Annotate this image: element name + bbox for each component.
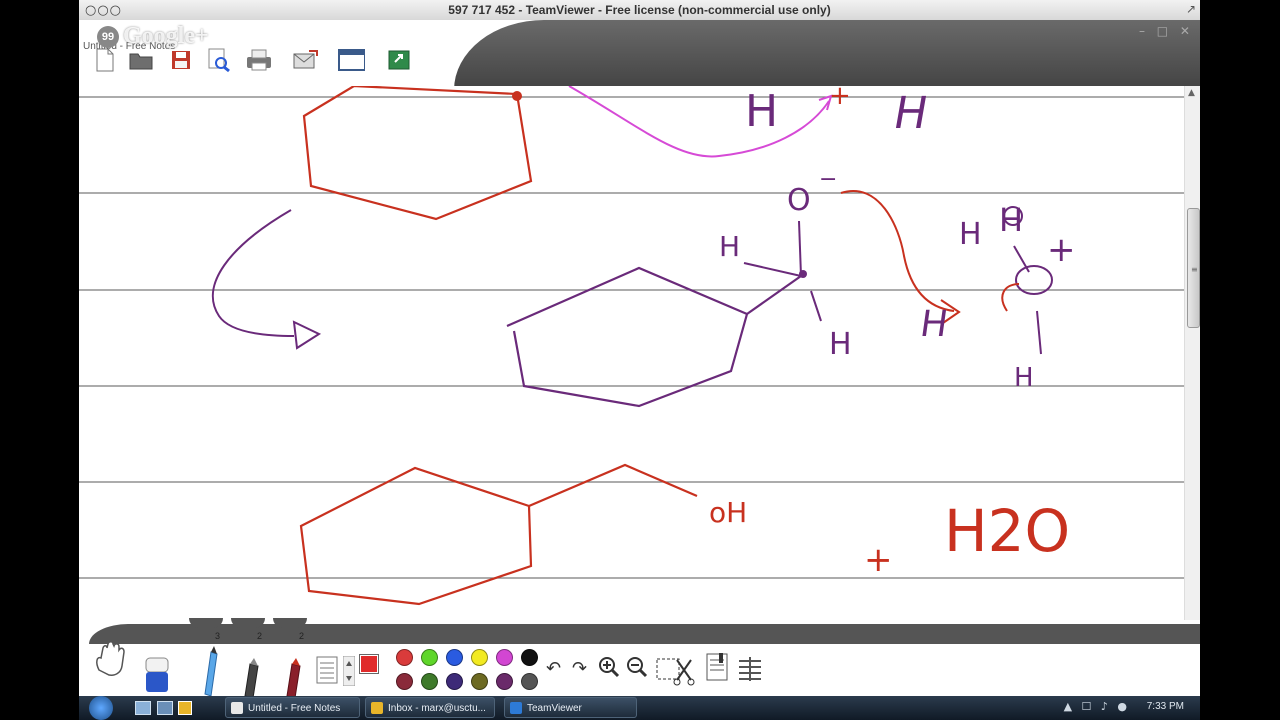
teamviewer-icon <box>510 702 522 714</box>
color-dark-magenta[interactable] <box>496 673 513 690</box>
task-inbox[interactable]: Inbox - marx@usctu... <box>365 697 495 718</box>
zoom-in-icon[interactable] <box>598 656 620 683</box>
switch-windows-icon[interactable] <box>157 701 173 715</box>
color-red[interactable] <box>396 649 413 666</box>
label-h-right-bottom: H <box>1014 363 1034 393</box>
label-h-left: H <box>719 230 740 263</box>
label-oh: oH <box>709 496 747 529</box>
teamviewer-window: ○○○ 597 717 452 - TeamViewer - Free lice… <box>79 0 1200 720</box>
new-note-button[interactable] <box>91 46 119 74</box>
scroll-up-icon[interactable]: ▲ <box>1188 88 1195 98</box>
open-button[interactable] <box>127 46 155 74</box>
app-window-controls[interactable]: – □ ✕ <box>1139 24 1194 38</box>
label-h2o: H2O <box>944 497 1070 565</box>
email-button[interactable] <box>291 46 319 74</box>
teamviewer-title-bar: ○○○ 597 717 452 - TeamViewer - Free lice… <box>79 0 1200 21</box>
add-page-icon[interactable] <box>737 656 763 687</box>
hexagon-top <box>302 86 533 221</box>
marker-icon <box>244 658 259 699</box>
size-stepper[interactable] <box>342 655 356 691</box>
color-yellow[interactable] <box>471 649 488 666</box>
pencil-tool-button[interactable] <box>197 646 223 703</box>
color-black[interactable] <box>521 649 538 666</box>
red-dot <box>512 91 522 101</box>
color-dark-blue[interactable] <box>446 673 463 690</box>
pen-tab-3[interactable] <box>273 618 307 628</box>
label-plus-top: + <box>829 86 851 111</box>
folder-icon <box>129 53 153 70</box>
label-h-right-top: H <box>959 217 982 252</box>
current-color-swatch[interactable] <box>359 654 379 674</box>
label-h-top-left: H <box>745 86 778 137</box>
resize-icon[interactable]: ↗ <box>1186 2 1196 16</box>
screen-button[interactable] <box>337 46 365 74</box>
vertical-scrollbar[interactable]: ▲ ≡ <box>1184 86 1200 621</box>
line-width-button[interactable] <box>316 656 338 689</box>
mail-icon <box>293 50 318 69</box>
color-dark-red[interactable] <box>396 673 413 690</box>
color-dark-green[interactable] <box>421 673 438 690</box>
red-arrow-right <box>840 190 955 312</box>
show-desktop-icon[interactable] <box>135 701 151 715</box>
label-h-bottom: H <box>829 327 852 362</box>
pen-tab-1[interactable] <box>189 618 223 628</box>
magnifier-page-icon <box>208 48 230 73</box>
system-tray-icons[interactable]: ▲ ☐ ♪ ● <box>1064 700 1130 713</box>
green-box-icon <box>388 50 410 70</box>
select-cut-icon[interactable] <box>655 656 695 691</box>
label-minus: − <box>819 167 837 192</box>
task-teamviewer[interactable]: TeamViewer <box>504 697 637 718</box>
color-olive[interactable] <box>471 673 488 690</box>
hexagon-middle <box>506 266 749 408</box>
eraser-tool-button[interactable] <box>141 656 173 701</box>
hand-icon <box>96 641 125 676</box>
outlook-icon <box>371 702 383 714</box>
hexagon-bottom <box>299 466 533 606</box>
new-document-icon <box>96 48 114 72</box>
teamviewer-title: 597 717 452 - TeamViewer - Free license … <box>448 3 831 17</box>
floppy-disk-icon <box>172 51 190 69</box>
outlook-quicklaunch-icon[interactable] <box>178 701 192 715</box>
windows-taskbar: Untitled - Free Notes Inbox - marx@usctu… <box>79 696 1200 720</box>
lines-icon <box>316 656 338 684</box>
pen-tab-2[interactable] <box>231 618 265 628</box>
save-button[interactable] <box>167 46 195 74</box>
label-plus-bottom: + <box>864 540 893 580</box>
curved-arrow-left <box>211 209 295 337</box>
export-button[interactable] <box>385 46 413 74</box>
page-options-icon[interactable] <box>705 652 731 687</box>
color-magenta[interactable] <box>496 649 513 666</box>
grip-icon: ≡ <box>1191 265 1198 274</box>
scroll-thumb[interactable]: ≡ <box>1187 208 1200 328</box>
handwriting-layer[interactable]: H + H O − H H H H H + H oH + H2O <box>79 86 1184 626</box>
label-h-top-right: H <box>890 88 932 139</box>
start-button[interactable] <box>89 696 113 720</box>
taskbar-clock[interactable]: 7:33 PM <box>1147 701 1184 712</box>
color-blue[interactable] <box>446 649 463 666</box>
hand-tool-button[interactable] <box>91 640 131 685</box>
notes-icon <box>231 702 243 714</box>
note-canvas[interactable]: H + H O − H H H H H + H oH + H2O <box>79 86 1184 626</box>
window-icon <box>338 49 365 71</box>
undo-icon[interactable]: ↶ <box>546 658 561 679</box>
stepper-icon <box>342 655 356 687</box>
current-color-fill <box>361 656 377 672</box>
task-free-notes[interactable]: Untitled - Free Notes <box>225 697 360 718</box>
preview-button[interactable] <box>205 46 233 74</box>
print-button[interactable] <box>245 46 273 74</box>
redo-icon[interactable]: ↷ <box>572 658 587 679</box>
pen-count-2: 2 <box>257 631 263 641</box>
color-green[interactable] <box>421 649 438 666</box>
printer-icon <box>247 49 271 71</box>
color-gray[interactable] <box>521 673 538 690</box>
highlighter-icon <box>286 658 301 699</box>
eraser-icon <box>145 657 169 692</box>
label-plus-right: + <box>1047 230 1076 270</box>
pen-count-3: 2 <box>299 631 305 641</box>
pencil-icon <box>204 646 218 697</box>
label-h-arrow: H <box>918 302 951 345</box>
label-o-center: O <box>787 183 811 218</box>
pen-count-1: 3 <box>215 631 221 641</box>
zoom-out-icon[interactable] <box>626 656 648 683</box>
